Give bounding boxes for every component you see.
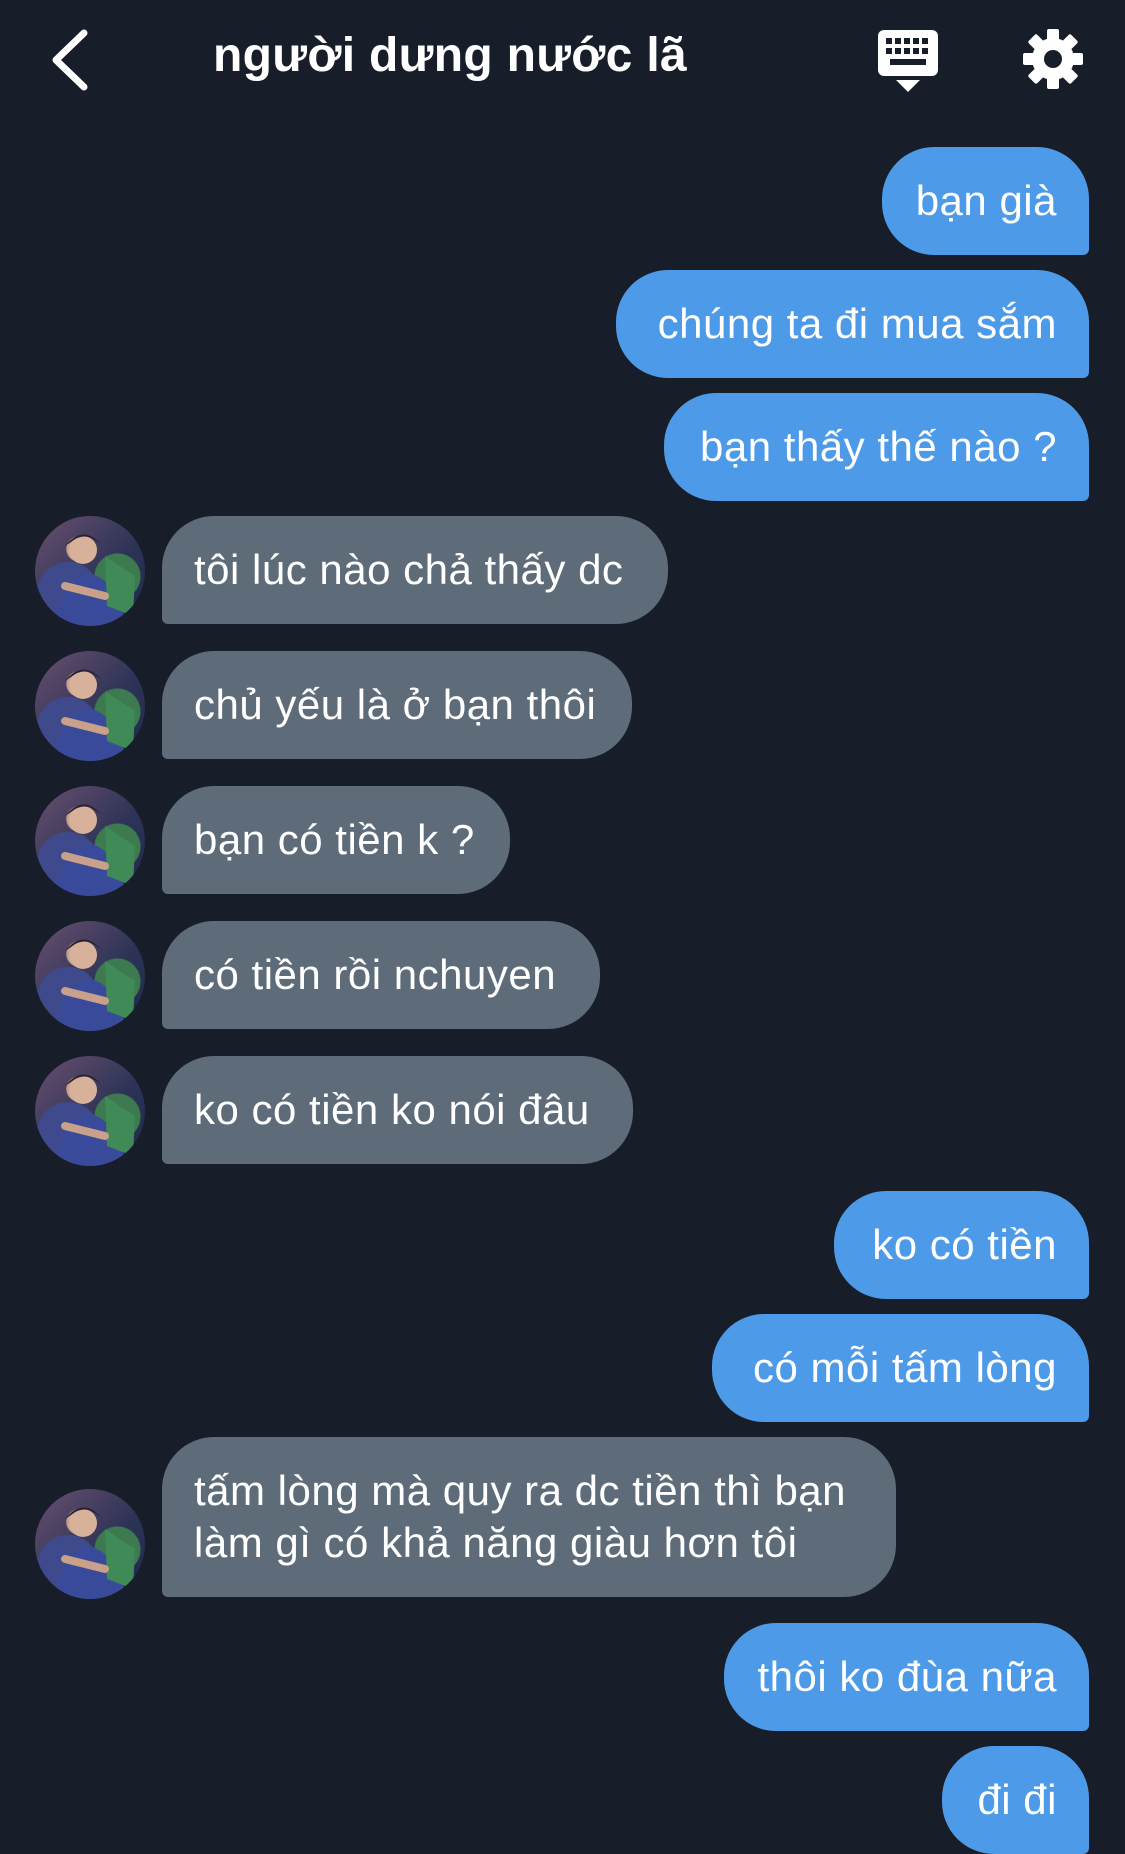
avatar[interactable] bbox=[35, 516, 145, 626]
avatar[interactable] bbox=[35, 921, 145, 1031]
message-text: chúng ta đi mua sắm bbox=[657, 300, 1057, 347]
avatar[interactable] bbox=[35, 1056, 145, 1166]
message-text: tấm lòng mà quy ra dc tiền thì bạn làm g… bbox=[194, 1467, 847, 1566]
message-text: bạn già bbox=[915, 177, 1057, 224]
message-text: đi đi bbox=[977, 1776, 1057, 1823]
chat-header: người dưng nước lã bbox=[0, 0, 1125, 125]
sent-message-bubble[interactable]: bạn già bbox=[882, 147, 1089, 255]
sent-message-bubble[interactable]: thôi ko đùa nữa bbox=[724, 1623, 1089, 1731]
received-message-bubble[interactable]: có tiền rồi nchuyen bbox=[162, 921, 600, 1029]
avatar[interactable] bbox=[35, 651, 145, 761]
settings-button[interactable] bbox=[1022, 28, 1084, 90]
keyboard-button[interactable] bbox=[876, 28, 940, 94]
message-text: có tiền rồi nchuyen bbox=[194, 951, 557, 998]
sent-message-bubble[interactable]: ko có tiền bbox=[834, 1191, 1089, 1299]
message-text: bạn thấy thế nào ? bbox=[700, 423, 1057, 470]
sent-message-bubble[interactable]: bạn thấy thế nào ? bbox=[664, 393, 1089, 501]
gear-icon bbox=[1023, 29, 1083, 89]
message-text: có mỗi tấm lòng bbox=[753, 1344, 1057, 1391]
received-message-bubble[interactable]: chủ yếu là ở bạn thôi bbox=[162, 651, 632, 759]
sent-message-bubble[interactable]: đi đi bbox=[942, 1746, 1089, 1854]
message-text: thôi ko đùa nữa bbox=[757, 1653, 1057, 1700]
message-text: chủ yếu là ở bạn thôi bbox=[194, 681, 597, 728]
message-text: tôi lúc nào chả thấy dc bbox=[194, 546, 624, 593]
keyboard-icon bbox=[878, 30, 938, 92]
message-text: ko có tiền bbox=[872, 1221, 1057, 1268]
sent-message-bubble[interactable]: chúng ta đi mua sắm bbox=[616, 270, 1089, 378]
avatar[interactable] bbox=[35, 786, 145, 896]
message-text: ko có tiền ko nói đâu bbox=[194, 1086, 590, 1133]
chevron-left-icon bbox=[52, 29, 88, 90]
received-message-bubble[interactable]: bạn có tiền k ? bbox=[162, 786, 510, 894]
sent-message-bubble[interactable]: có mỗi tấm lòng bbox=[712, 1314, 1089, 1422]
received-message-bubble[interactable]: ko có tiền ko nói đâu bbox=[162, 1056, 633, 1164]
avatar[interactable] bbox=[35, 1489, 145, 1599]
received-message-bubble[interactable]: tấm lòng mà quy ra dc tiền thì bạn làm g… bbox=[162, 1437, 896, 1597]
message-text: bạn có tiền k ? bbox=[194, 816, 475, 863]
received-message-bubble[interactable]: tôi lúc nào chả thấy dc bbox=[162, 516, 668, 624]
chat-title: người dưng nước lã bbox=[213, 29, 687, 82]
back-button[interactable] bbox=[40, 22, 100, 97]
